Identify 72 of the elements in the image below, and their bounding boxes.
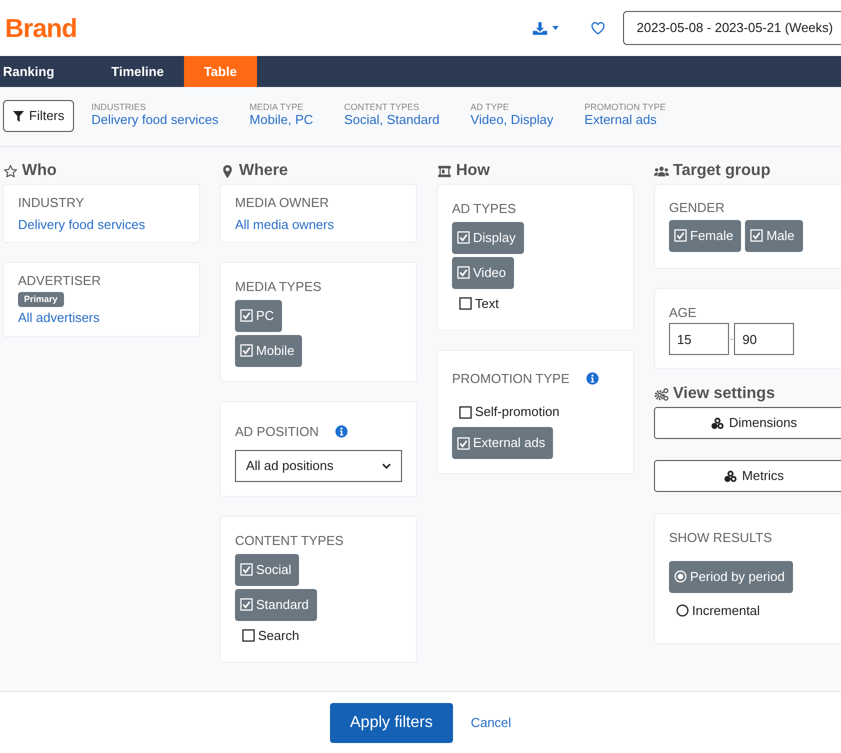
nav-tab[interactable]: Timeline (91, 56, 184, 87)
cancel-link[interactable]: Cancel (470, 712, 512, 732)
value-link[interactable]: Delivery food services (18, 214, 146, 234)
checkbox-option[interactable]: PC (235, 300, 282, 332)
value-link[interactable]: All advertisers (18, 308, 100, 328)
field-label: CONTENT TYPES (235, 532, 344, 550)
field-label: ADVERTISER (18, 272, 102, 290)
filter-icon (13, 110, 24, 122)
nav-tab[interactable]: Ranking (0, 56, 92, 87)
value-link[interactable]: All media owners (235, 214, 334, 234)
summary-value-link[interactable]: Delivery food services (91, 112, 219, 127)
settings-button[interactable]: Metrics (654, 460, 841, 492)
checkbox-option[interactable]: Social (235, 554, 300, 586)
brand-title: Brand (5, 12, 77, 44)
section-heading: Target group (673, 161, 770, 181)
checkbox-option[interactable]: Mobile (235, 334, 302, 366)
summary-label: MEDIA TYPE (250, 102, 304, 112)
favorite-button[interactable] (588, 20, 607, 36)
apply-filters-button[interactable]: Apply filters (330, 702, 453, 742)
download-icon (532, 20, 548, 36)
caret-icon (552, 26, 559, 30)
nav-tab[interactable]: Table (184, 56, 257, 87)
field-label: AD TYPES (452, 200, 516, 218)
summary-value-link[interactable]: Video, Display (470, 112, 554, 127)
checkbox-option[interactable]: Female (669, 220, 742, 252)
checkbox-option[interactable]: Search (235, 624, 308, 648)
radio-option[interactable]: Incremental (669, 598, 768, 622)
section-heading: How (456, 161, 490, 181)
section-heading: Where (239, 161, 288, 181)
checkbox-option[interactable]: Text (452, 292, 507, 316)
summary-label: PROMOTION TYPE (584, 102, 666, 112)
summary-label: AD TYPE (470, 102, 510, 112)
summary-value-link[interactable]: External ads (584, 112, 666, 127)
field-label: MEDIA TYPES (235, 278, 322, 296)
filters-button[interactable]: Filters (3, 100, 74, 132)
field-label: AGE (669, 304, 696, 322)
field-label: AD POSITION (235, 422, 319, 440)
checkbox-option[interactable]: Male (745, 220, 803, 252)
checkbox-option[interactable]: Standard (235, 588, 317, 620)
field-label: PROMOTION TYPE (452, 370, 570, 388)
field-label: MEDIA OWNER (235, 194, 330, 212)
section-heading: Who (22, 161, 57, 181)
field-label: SHOW RESULTS (669, 529, 772, 547)
radio-option[interactable]: Period by period (669, 560, 793, 592)
checkbox-option[interactable]: Video (452, 256, 514, 288)
summary-value-link[interactable]: Social, Standard (344, 112, 440, 127)
age-from-field[interactable]: 15 (669, 323, 729, 355)
cubes-icon (711, 416, 724, 430)
field-label: GENDER (669, 199, 725, 217)
star-icon (3, 164, 18, 178)
checkbox-option[interactable]: Self-promotion (452, 400, 568, 424)
frame-icon (437, 164, 452, 178)
primary-badge: Primary (18, 292, 64, 307)
settings-button[interactable]: Dimensions (654, 407, 841, 439)
users-icon (654, 164, 669, 178)
cubes-icon (724, 470, 738, 482)
summary-label: INDUSTRIES (91, 102, 147, 112)
field-label: INDUSTRY (18, 194, 86, 212)
checkbox-option[interactable]: Display (452, 222, 524, 254)
gears-icon (654, 386, 669, 402)
summary-value-link[interactable]: Mobile, PC (250, 112, 314, 127)
ad-position-select[interactable]: All ad positions (235, 450, 402, 482)
age-to-field[interactable]: 90 (734, 323, 794, 355)
heart-icon (590, 22, 605, 34)
checkbox-option[interactable]: External ads (452, 427, 554, 459)
range-dash: - (730, 332, 734, 346)
section-heading: View settings (673, 384, 775, 404)
download-button[interactable] (532, 20, 559, 36)
chevron-down-icon (382, 463, 391, 469)
summary-label: CONTENT TYPES (344, 102, 420, 112)
map-pin-icon (220, 164, 235, 178)
date-range-button[interactable]: 2023-05-08 - 2023-05-21 (Weeks) (622, 11, 841, 45)
